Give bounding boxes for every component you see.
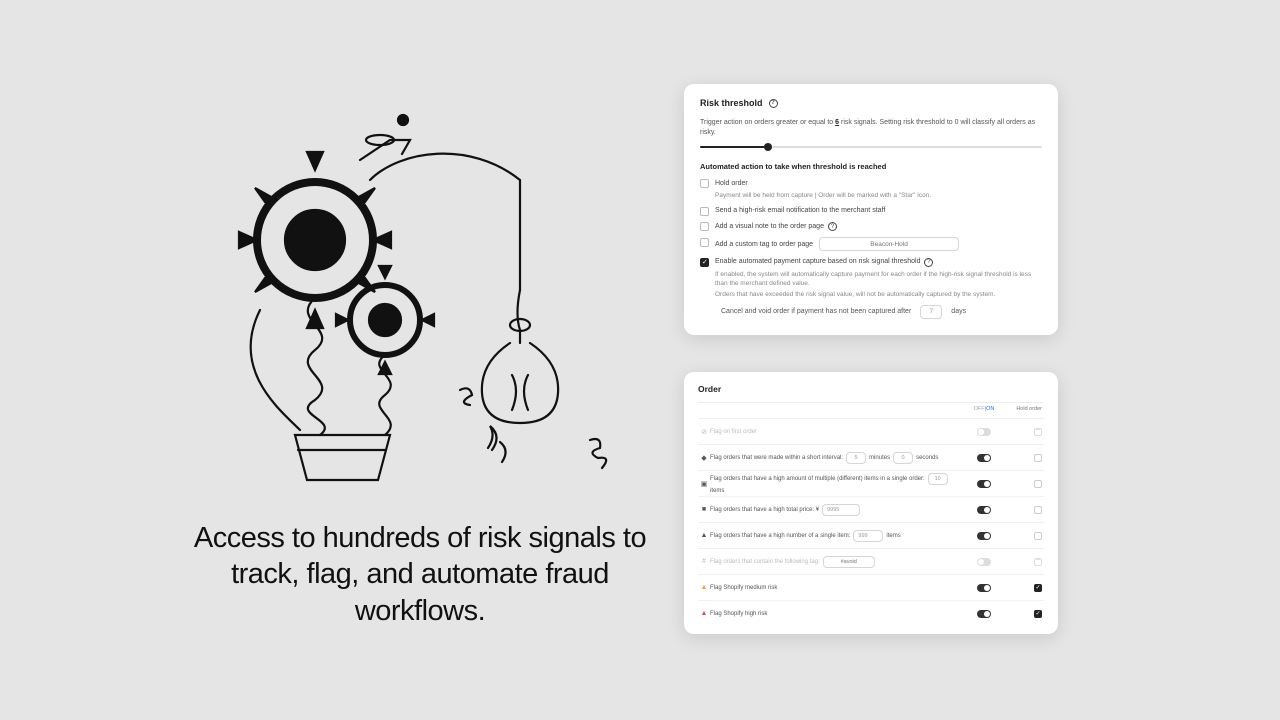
threshold-slider[interactable] (700, 146, 1042, 148)
checkbox[interactable] (700, 238, 709, 247)
row-text: Flag Shopify high risk (710, 611, 964, 617)
hero-illustration (220, 110, 620, 500)
toggle[interactable] (977, 506, 991, 514)
risk-threshold-title: Risk threshold ? (700, 98, 1042, 108)
toggle[interactable] (977, 480, 991, 488)
option-custom-tag[interactable]: Add a custom tag to order page (700, 237, 1042, 251)
row-value-input[interactable] (822, 504, 860, 516)
auto-capture-label: Enable automated payment capture based o… (715, 257, 933, 267)
column-hold-order: Hold order (1004, 406, 1044, 412)
auto-capture-sub2: Orders that have exceeded the risk signa… (715, 290, 1042, 299)
hold-checkbox[interactable] (1034, 454, 1042, 462)
order-title: Order (698, 384, 1044, 394)
toggle[interactable] (977, 610, 991, 618)
table-row: ⊘Flag on first order (698, 418, 1044, 444)
hold-checkbox[interactable] (1034, 558, 1042, 566)
cancel-void-post: days (951, 308, 966, 315)
hold-checkbox[interactable] (1034, 584, 1042, 592)
email-label: Send a high-risk email notification to t… (715, 206, 885, 215)
option-visual-note[interactable]: Add a visual note to the order page ? (700, 222, 1042, 232)
table-row: ▲Flag Shopify medium risk (698, 574, 1044, 600)
row-icon: ▲ (698, 584, 710, 591)
row-icon: ◆ (698, 454, 710, 462)
row-text: Flag on first order (710, 429, 964, 435)
custom-tag-label: Add a custom tag to order page (715, 237, 959, 251)
table-row: ■Flag orders that have a high total pric… (698, 496, 1044, 522)
info-icon[interactable]: ? (924, 258, 933, 267)
row-icon: ▣ (698, 480, 710, 488)
table-row: ▲Flag orders that have a high number of … (698, 522, 1044, 548)
toggle[interactable] (977, 428, 991, 436)
option-email-notification[interactable]: Send a high-risk email notification to t… (700, 206, 1042, 216)
option-cancel-void[interactable]: Cancel and void order if payment has not… (715, 305, 1042, 319)
hold-checkbox[interactable] (1034, 532, 1042, 540)
checkbox-checked[interactable] (700, 258, 709, 267)
checkbox[interactable] (700, 207, 709, 216)
custom-tag-input[interactable] (819, 237, 959, 251)
row-icon: # (698, 558, 710, 565)
hero-text: Access to hundreds of risk signals to tr… (185, 520, 655, 629)
row-text: Flag orders that have a high total price… (710, 504, 964, 516)
table-row: ◆Flag orders that were made within a sho… (698, 444, 1044, 470)
hold-checkbox[interactable] (1034, 480, 1042, 488)
order-card: Order OFF | ON Hold order ⊘Flag on first… (684, 372, 1058, 634)
row-value2-input[interactable] (893, 452, 913, 464)
row-icon: ▲ (698, 610, 710, 617)
checkbox[interactable] (700, 179, 709, 188)
hold-order-sub: Payment will be held from capture | Orde… (715, 191, 1042, 200)
toggle[interactable] (977, 454, 991, 462)
option-hold-order[interactable]: Hold order (700, 179, 1042, 189)
toggle[interactable] (977, 532, 991, 540)
slider-handle[interactable] (764, 143, 772, 151)
order-table-head: OFF | ON Hold order (698, 402, 1044, 418)
hold-checkbox[interactable] (1034, 428, 1042, 436)
row-text: Flag Shopify medium risk (710, 585, 964, 591)
table-row: #Flag orders that contain the following … (698, 548, 1044, 574)
row-text: Flag orders that were made within a shor… (710, 452, 964, 464)
threshold-description: Trigger action on orders greater or equa… (700, 118, 1042, 138)
row-text: Flag orders that have a high number of a… (710, 530, 964, 542)
table-row: ▲Flag Shopify high risk (698, 600, 1044, 626)
row-icon: ▲ (698, 532, 710, 539)
toggle[interactable] (977, 558, 991, 566)
table-row: ▣Flag orders that have a high amount of … (698, 470, 1044, 496)
risk-threshold-card: Risk threshold ? Trigger action on order… (684, 84, 1058, 335)
row-text: Flag orders that have a high amount of m… (710, 473, 964, 494)
row-value-input[interactable] (853, 530, 883, 542)
row-value-input[interactable] (928, 473, 948, 485)
column-off-on: OFF | ON (964, 406, 1004, 412)
info-icon[interactable]: ? (828, 222, 837, 231)
toggle[interactable] (977, 584, 991, 592)
row-icon: ■ (698, 506, 710, 513)
visual-note-label: Add a visual note to the order page ? (715, 222, 837, 232)
checkbox[interactable] (700, 222, 709, 231)
risk-threshold-title-text: Risk threshold (700, 98, 763, 108)
auto-capture-sub1: If enabled, the system will automaticall… (715, 270, 1042, 288)
hold-order-label: Hold order (715, 179, 748, 188)
days-input[interactable] (920, 305, 942, 319)
hold-checkbox[interactable] (1034, 610, 1042, 618)
row-tag-input[interactable] (823, 556, 875, 568)
row-value-input[interactable] (846, 452, 866, 464)
info-icon[interactable]: ? (769, 99, 778, 108)
hold-checkbox[interactable] (1034, 506, 1042, 514)
automated-action-heading: Automated action to take when threshold … (700, 162, 1042, 171)
cancel-void-pre: Cancel and void order if payment has not… (721, 308, 911, 315)
row-icon: ⊘ (698, 428, 710, 436)
row-text: Flag orders that contain the following t… (710, 556, 964, 568)
option-auto-capture[interactable]: Enable automated payment capture based o… (700, 257, 1042, 267)
